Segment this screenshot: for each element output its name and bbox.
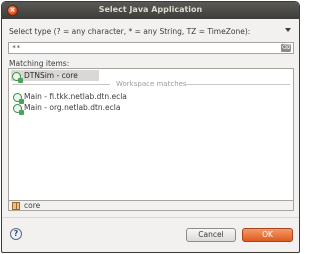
dialog-window: × Select Java Application Select type (?…	[1, 1, 300, 253]
separator-line	[12, 84, 110, 85]
help-icon[interactable]: ?	[10, 228, 22, 240]
search-input-value: **	[12, 44, 21, 52]
footer-divider	[2, 217, 299, 218]
list-item-label: Main - fi.tkk.netlab.dtn.ecla	[24, 92, 127, 101]
title-bar: × Select Java Application	[2, 2, 299, 19]
matching-items-list[interactable]: DTNSim - core Workspace matches Main - f…	[8, 68, 294, 208]
matching-items-label: Matching items:	[9, 59, 70, 68]
separator-label: Workspace matches	[116, 80, 187, 88]
status-bar: core	[8, 200, 294, 211]
cancel-button[interactable]: Cancel	[186, 228, 236, 242]
list-item[interactable]: Main - fi.tkk.netlab.dtn.ecla	[12, 91, 129, 104]
chevron-down-icon[interactable]	[285, 28, 291, 32]
java-class-icon	[13, 104, 24, 115]
window-title: Select Java Application	[98, 5, 203, 14]
list-item-label: Main - org.netlab.dtn.ecla	[24, 103, 121, 112]
clear-icon[interactable]: ⌫	[281, 44, 291, 52]
list-item-label: DTNSim - core	[24, 71, 78, 80]
workspace-matches-separator: Workspace matches	[12, 80, 290, 88]
status-text: core	[24, 201, 41, 210]
search-prompt-label: Select type (? = any character, * = any …	[9, 27, 251, 36]
package-icon	[12, 202, 20, 210]
list-item[interactable]: Main - org.netlab.dtn.ecla	[12, 102, 122, 115]
ok-button[interactable]: OK	[242, 228, 293, 242]
java-class-icon	[13, 93, 24, 104]
search-input[interactable]: ** ⌫	[8, 42, 294, 54]
separator-line	[186, 84, 290, 85]
